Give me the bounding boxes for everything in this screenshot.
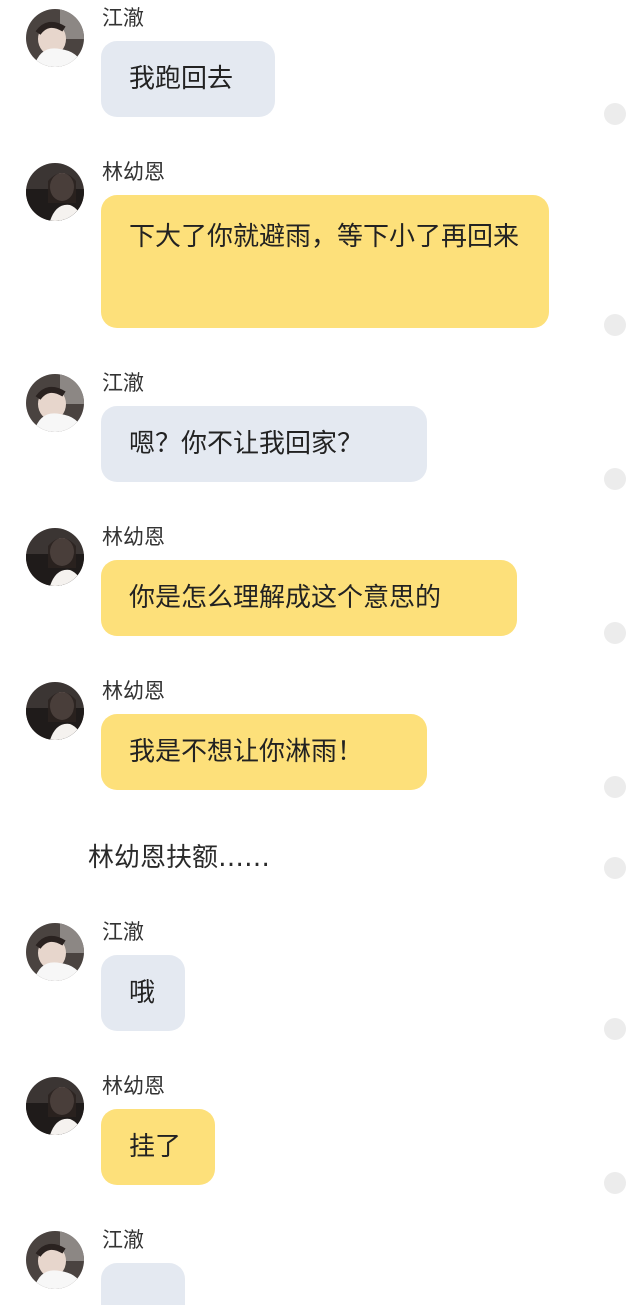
girl-avatar-icon[interactable]	[26, 163, 84, 221]
sender-name: 林幼恩	[102, 679, 165, 703]
girl-avatar-icon[interactable]	[26, 1077, 84, 1135]
boy-avatar-icon[interactable]	[26, 374, 84, 432]
sender-name: 林幼恩	[102, 1074, 165, 1098]
girl-avatar-icon[interactable]	[26, 682, 84, 740]
boy-avatar-icon[interactable]	[26, 1231, 84, 1289]
message-bubble[interactable]: 我是不想让你淋雨！	[101, 714, 427, 790]
message-bubble[interactable]: 我跑回去	[101, 41, 275, 117]
boy-avatar-icon[interactable]	[26, 9, 84, 67]
sender-name: 江澈	[102, 920, 144, 944]
message-bubble[interactable]	[101, 1263, 185, 1305]
sender-name: 江澈	[102, 371, 144, 395]
status-dot[interactable]	[604, 622, 626, 644]
sender-name: 江澈	[102, 1228, 144, 1252]
boy-avatar-icon[interactable]	[26, 923, 84, 981]
narration-text: 林幼恩扶额……	[88, 843, 271, 873]
status-dot[interactable]	[604, 103, 626, 125]
status-dot[interactable]	[604, 468, 626, 490]
message-bubble[interactable]: 你是怎么理解成这个意思的	[101, 560, 517, 636]
girl-avatar-icon[interactable]	[26, 528, 84, 586]
sender-name: 江澈	[102, 6, 144, 30]
sender-name: 林幼恩	[102, 525, 165, 549]
status-dot[interactable]	[604, 776, 626, 798]
status-dot[interactable]	[604, 1172, 626, 1194]
status-dot[interactable]	[604, 1018, 626, 1040]
message-bubble[interactable]: 下大了你就避雨，等下小了再回来	[101, 195, 549, 328]
status-dot[interactable]	[604, 857, 626, 879]
status-dot[interactable]	[604, 314, 626, 336]
message-bubble[interactable]: 嗯？你不让我回家？	[101, 406, 427, 482]
message-bubble[interactable]: 挂了	[101, 1109, 215, 1185]
message-bubble[interactable]: 哦	[101, 955, 185, 1031]
sender-name: 林幼恩	[102, 160, 165, 184]
